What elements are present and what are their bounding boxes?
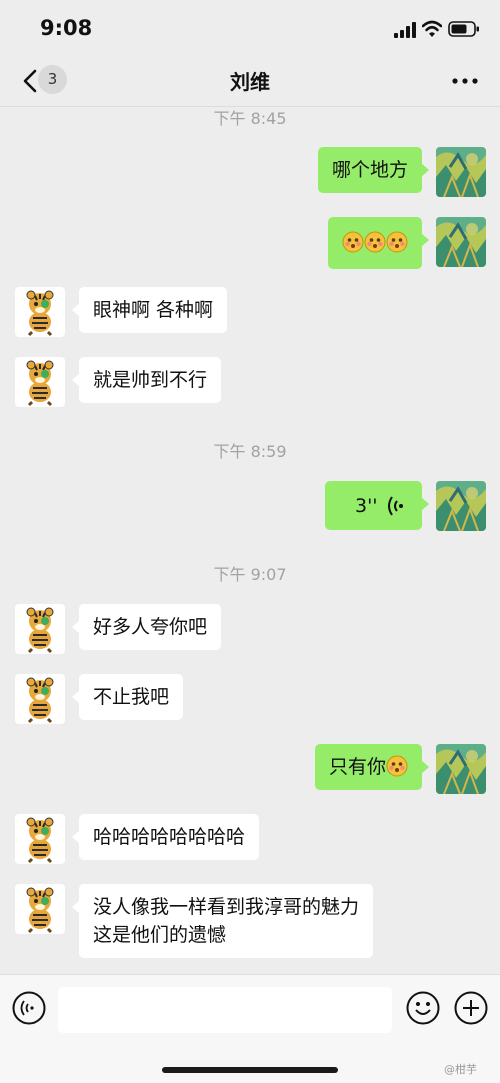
- message-bubble-incoming[interactable]: 哈哈哈哈哈哈哈哈: [71, 814, 260, 860]
- status-time: 9:08: [40, 16, 93, 40]
- message-bubble-incoming[interactable]: 眼神啊 各种啊: [71, 287, 228, 333]
- emoji-button-icon[interactable]: [406, 991, 440, 1025]
- message-text: 不止我吧: [93, 686, 170, 708]
- message-bubble-outgoing[interactable]: 只有你: [314, 744, 430, 790]
- blush-emoji-icon: [386, 231, 408, 253]
- message-text: 哈哈哈哈哈哈哈哈: [93, 826, 246, 848]
- message-text-line: 这是他们的遗憾: [93, 924, 227, 946]
- message-text: 好多人夸你吧: [93, 616, 208, 638]
- status-bar: 9:08: [0, 0, 500, 56]
- timestamp: 下午 9:07: [213, 565, 287, 584]
- contact-avatar[interactable]: [15, 884, 65, 934]
- watermark: @柑芋: [444, 1063, 477, 1076]
- message-bubble-incoming[interactable]: 没人像我一样看到我淳哥的魅力 这是他们的遗憾: [71, 884, 374, 958]
- message-input[interactable]: [58, 987, 392, 1033]
- signal-icon: [394, 22, 416, 38]
- contact-avatar[interactable]: [15, 814, 65, 864]
- message-text-line: 没人像我一样看到我淳哥的魅力: [93, 896, 360, 918]
- voice-duration: 3'': [355, 495, 378, 517]
- message-bubble-incoming[interactable]: 好多人夸你吧: [71, 604, 222, 650]
- message-text: 就是帅到不行: [93, 369, 208, 391]
- input-bar: @柑芋: [0, 974, 500, 1083]
- contact-avatar[interactable]: [15, 674, 65, 724]
- my-avatar[interactable]: [436, 217, 486, 267]
- voice-message-bubble[interactable]: 3'': [325, 481, 429, 530]
- blush-emoji-icon: [364, 231, 386, 253]
- wifi-icon: [422, 20, 442, 37]
- more-icon[interactable]: [452, 78, 478, 84]
- message-bubble-outgoing[interactable]: 哪个地方: [317, 147, 430, 193]
- blush-emoji-icon: [342, 231, 364, 253]
- battery-icon: [448, 21, 479, 37]
- voice-wave-icon: [388, 496, 403, 516]
- message-text: 眼神啊 各种啊: [93, 299, 214, 321]
- message-text: 哪个地方: [331, 159, 408, 181]
- message-bubble-incoming[interactable]: 不止我吧: [71, 674, 184, 720]
- timestamp: 下午 8:59: [213, 442, 287, 461]
- voice-input-icon[interactable]: [12, 991, 46, 1025]
- my-avatar[interactable]: [436, 744, 486, 794]
- message-text: 只有你: [328, 756, 386, 778]
- contact-avatar[interactable]: [15, 357, 65, 407]
- blush-emoji-icon: [386, 755, 408, 777]
- message-bubble-incoming[interactable]: 就是帅到不行: [71, 357, 222, 403]
- plus-icon[interactable]: [454, 991, 488, 1025]
- home-indicator: [162, 1067, 338, 1073]
- my-avatar[interactable]: [436, 481, 486, 531]
- timestamp: 下午 8:45: [213, 109, 287, 128]
- contact-avatar[interactable]: [15, 287, 65, 337]
- chat-title: 刘维: [230, 70, 270, 94]
- contact-avatar[interactable]: [15, 604, 65, 654]
- unread-count-badge[interactable]: 3: [38, 65, 67, 94]
- my-avatar[interactable]: [436, 147, 486, 197]
- chat-header: 3 刘维: [0, 56, 500, 107]
- message-bubble-outgoing[interactable]: [328, 217, 429, 269]
